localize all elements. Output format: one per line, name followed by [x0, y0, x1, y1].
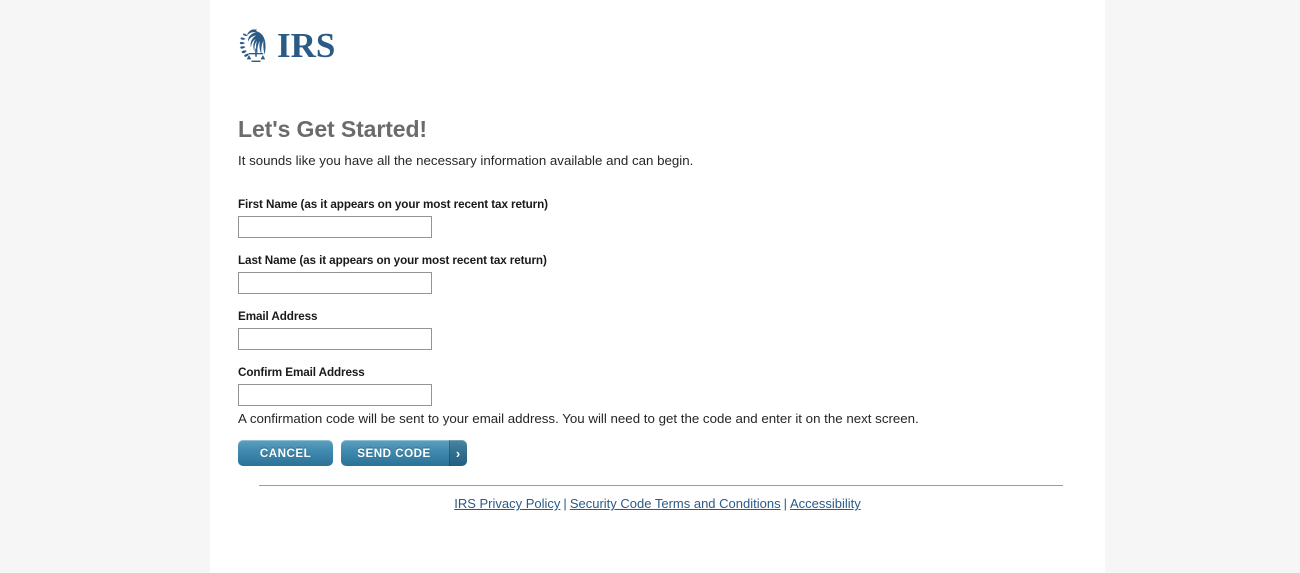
first-name-input[interactable]: [238, 216, 432, 238]
footer-separator-1: |: [563, 496, 567, 511]
footer-divider: [259, 485, 1063, 486]
last-name-input[interactable]: [238, 272, 432, 294]
confirmation-note: A confirmation code will be sent to your…: [238, 411, 919, 426]
irs-eagle-scales-logo-icon: [236, 26, 276, 66]
cancel-button[interactable]: CANCEL: [238, 440, 333, 466]
field-group-email: Email Address: [238, 310, 938, 350]
page-gutter-right: [1105, 0, 1300, 573]
footer-link-irs-privacy-policy[interactable]: IRS Privacy Policy: [454, 496, 560, 511]
chevron-right-icon[interactable]: ›: [449, 440, 467, 466]
page-intro-text: It sounds like you have all the necessar…: [238, 153, 694, 168]
send-code-button[interactable]: SEND CODE: [341, 440, 449, 466]
footer-link-accessibility[interactable]: Accessibility: [790, 496, 861, 511]
confirm-email-label: Confirm Email Address: [238, 366, 365, 379]
content-panel: IRS Let's Get Started! It sounds like yo…: [210, 0, 1105, 573]
footer-link-security-code-terms[interactable]: Security Code Terms and Conditions: [570, 496, 781, 511]
last-name-label: Last Name (as it appears on your most re…: [238, 254, 547, 267]
field-group-first-name: First Name (as it appears on your most r…: [238, 198, 938, 238]
irs-logo-text: IRS: [277, 25, 336, 65]
confirm-email-input[interactable]: [238, 384, 432, 406]
footer-links: IRS Privacy Policy | Security Code Terms a…: [210, 496, 1105, 511]
page-title: Let's Get Started!: [238, 116, 427, 142]
field-group-confirm-email: Confirm Email Address: [238, 366, 938, 406]
email-label: Email Address: [238, 310, 318, 323]
footer-separator-2: |: [783, 496, 787, 511]
first-name-label: First Name (as it appears on your most r…: [238, 198, 548, 211]
registration-form: First Name (as it appears on your most r…: [238, 198, 938, 406]
form-actions: CANCEL SEND CODE ›: [238, 440, 467, 466]
field-group-last-name: Last Name (as it appears on your most re…: [238, 254, 938, 294]
page-gutter-left: [0, 0, 210, 573]
irs-logo[interactable]: IRS: [236, 26, 335, 66]
page-root: IRS Let's Get Started! It sounds like yo…: [0, 0, 1300, 573]
email-input[interactable]: [238, 328, 432, 350]
